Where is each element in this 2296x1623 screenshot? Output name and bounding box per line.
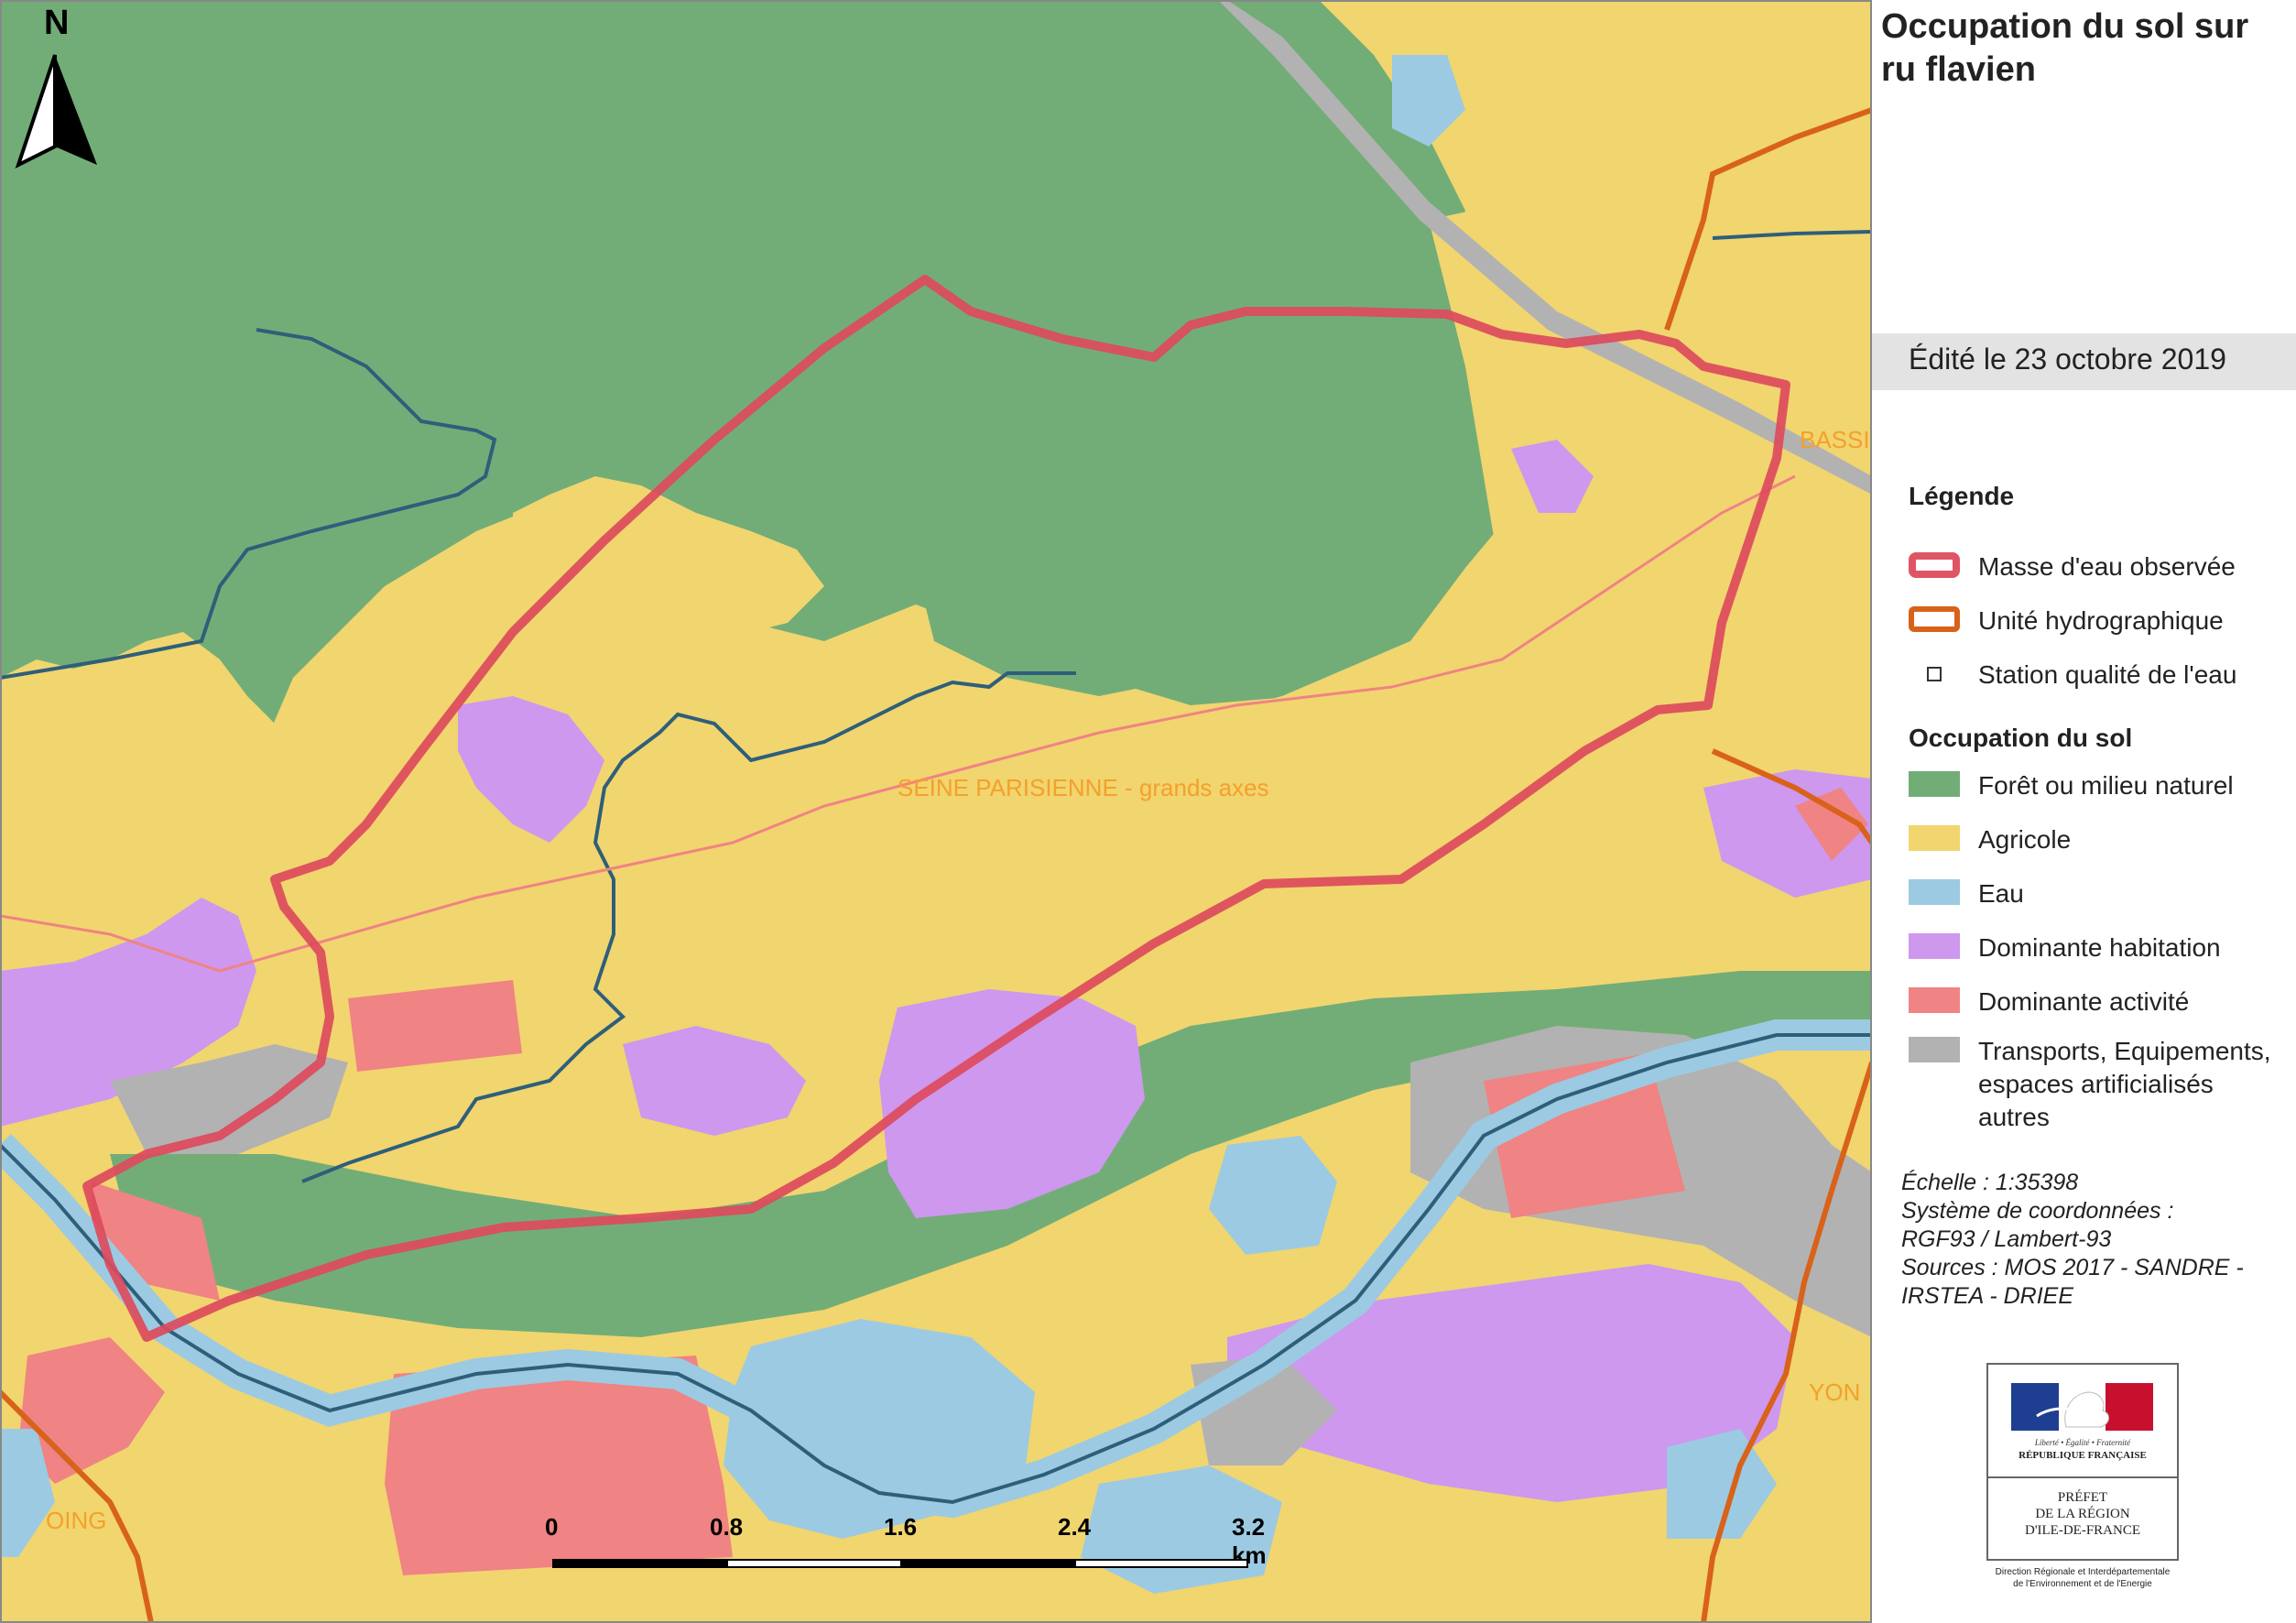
map-title: Occupation du sol sur ru flavien: [1881, 7, 2249, 89]
legend-label: Dominante habitation: [1978, 933, 2221, 962]
prefect-text: PRÉFET DE LA RÉGION D'ILE-DE-FRANCE: [2024, 1490, 2141, 1538]
legend-item-agricultural: Agricole: [1909, 822, 2293, 858]
map-label-left-bottom: OING: [46, 1507, 107, 1534]
forest-swatch: [1909, 771, 1960, 797]
station-square-icon: [1927, 667, 1942, 681]
legend-label: Masse d'eau observée: [1978, 552, 2236, 581]
legend-label: Forêt ou milieu naturel: [1978, 771, 2234, 800]
transport-swatch: [1909, 1037, 1960, 1062]
map-label-right-bottom: YON: [1809, 1378, 1861, 1406]
map-label-seine: SEINE PARISIENNE - grands axes: [898, 774, 1269, 801]
hydro-unit-swatch: [1909, 606, 1960, 632]
agricultural-swatch: [1909, 825, 1960, 851]
edit-date: Édité le 23 octobre 2019: [1909, 343, 2226, 376]
republic-text: RÉPUBLIQUE FRANÇAISE: [2019, 1450, 2147, 1461]
legend-item-habitation: Dominante habitation: [1909, 930, 2293, 966]
scale-bar: 0 0.8 1.6 2.4 3.2 km: [540, 1502, 1267, 1575]
activity-swatch: [1909, 987, 1960, 1013]
map-canvas[interactable]: N SEINE PARISIENNE - grands axes BASSI Y…: [0, 0, 1872, 1623]
legend-item-station: Station qualité de l'eau: [1909, 657, 2293, 693]
scale-text: Échelle : 1:35398: [1901, 1170, 2079, 1195]
scale-segment: [726, 1559, 902, 1568]
water-lake-center: [1209, 1136, 1337, 1255]
legend-label: Agricole: [1978, 825, 2072, 854]
prefecture-logo: Liberté • Égalité • Fraternité RÉPUBLIQU…: [1986, 1363, 2179, 1561]
legend-panel: Occupation du sol sur ru flavien Édité l…: [1872, 0, 2296, 1623]
legend-label: Unité hydrographique: [1978, 606, 2224, 635]
map-label-right-top: BASSI: [1800, 426, 1870, 453]
water-body-swatch: [1909, 552, 1960, 578]
legend-label: Eau: [1978, 879, 2024, 908]
legend-item-forest: Forêt ou milieu naturel: [1909, 768, 2293, 804]
marianne-flag-icon: [2011, 1383, 2153, 1431]
scale-tick: 0.8: [710, 1513, 744, 1541]
legend-item-water: Eau: [1909, 876, 2293, 912]
scale-tick: 1.6: [884, 1513, 918, 1541]
logo-divider: [1988, 1476, 2177, 1478]
crs-value: RGF93 / Lambert-93: [1901, 1226, 2112, 1252]
habitation-swatch: [1909, 933, 1960, 959]
water-swatch: [1909, 879, 1960, 905]
scale-tick: 2.4: [1058, 1513, 1092, 1541]
north-arrow-icon: [15, 54, 97, 169]
scale-segment: [1074, 1559, 1248, 1568]
edit-date-box: Édité le 23 octobre 2019: [1872, 333, 2296, 390]
scale-segment: [552, 1559, 728, 1568]
legend-label: Station qualité de l'eau: [1978, 660, 2237, 689]
scale-segment: [900, 1559, 1076, 1568]
water-lake-north: [1392, 55, 1465, 147]
legend-heading: Légende: [1909, 482, 2015, 510]
map-metadata: Échelle : 1:35398 Système de coordonnées…: [1901, 1169, 2291, 1311]
legend-label: Transports, Equipements, espaces artific…: [1978, 1037, 2271, 1131]
legend-item-transport: Transports, Equipements, espaces artific…: [1909, 1033, 2293, 1134]
crs-text: Système de coordonnées :: [1901, 1198, 2174, 1224]
north-arrow: N: [9, 4, 101, 169]
sources-text: Sources : MOS 2017 - SANDRE -: [1901, 1255, 2244, 1280]
land-use-map: [0, 0, 1872, 1623]
sources-text-cont: IRSTEA - DRIEE: [1901, 1283, 2073, 1309]
legend-label: Dominante activité: [1978, 987, 2190, 1016]
motto-text: Liberté • Égalité • Fraternité: [2034, 1438, 2131, 1447]
landuse-heading: Occupation du sol: [1909, 724, 2133, 752]
directorate-text: Direction Régionale et Interdépartementa…: [1995, 1567, 2171, 1589]
legend-item-water-body: Masse d'eau observée: [1909, 549, 2293, 585]
legend-item-activity: Dominante activité: [1909, 984, 2293, 1020]
legend-item-hydro-unit: Unité hydrographique: [1909, 603, 2293, 639]
scale-tick: 0: [545, 1513, 559, 1541]
